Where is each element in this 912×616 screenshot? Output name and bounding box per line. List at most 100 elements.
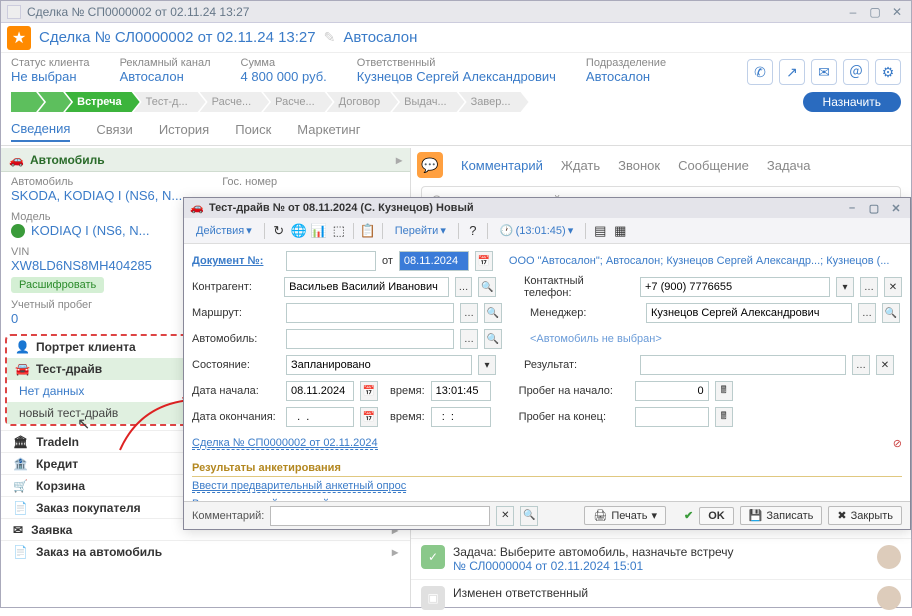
close-button[interactable]: ✖ Закрыть bbox=[828, 506, 902, 525]
route-input[interactable] bbox=[286, 303, 454, 323]
tb-help-icon[interactable]: ? bbox=[465, 223, 481, 239]
print-button[interactable]: 🖨 Печать ▾ bbox=[584, 506, 666, 525]
dend-input[interactable] bbox=[286, 407, 354, 427]
chat-icon[interactable]: 💬 bbox=[417, 152, 443, 178]
phone-out-icon[interactable]: ↗ bbox=[779, 59, 805, 85]
tb-actions[interactable]: Действия ▾ bbox=[190, 222, 258, 239]
edit-icon[interactable]: ✎ bbox=[324, 29, 336, 46]
comment-field[interactable] bbox=[270, 506, 490, 526]
contr-select[interactable]: … bbox=[455, 277, 473, 297]
rp-tab-comment[interactable]: Комментарий bbox=[461, 158, 543, 173]
gear-icon[interactable]: ⚙ bbox=[875, 59, 901, 85]
popup-minimize[interactable]: – bbox=[844, 201, 860, 215]
result-input[interactable] bbox=[640, 355, 846, 375]
stage-meeting[interactable]: Встреча bbox=[65, 92, 140, 112]
result-select[interactable]: … bbox=[852, 355, 870, 375]
tend-input[interactable] bbox=[431, 407, 491, 427]
deal-link[interactable]: Сделка № СП0000002 от 02.11.2024 bbox=[192, 437, 378, 450]
tab-history[interactable]: История bbox=[159, 122, 209, 141]
tb-reload-icon[interactable]: ↻ bbox=[271, 223, 287, 239]
dstart-picker[interactable]: 📅 bbox=[360, 381, 378, 401]
result-clear[interactable]: ✕ bbox=[876, 355, 894, 375]
mend-calc[interactable]: 🖩 bbox=[715, 407, 733, 427]
tb-chart-icon[interactable]: 📊 bbox=[311, 223, 327, 239]
doc-num-input[interactable] bbox=[286, 251, 376, 271]
sum-value[interactable]: 4 800 000 руб. bbox=[241, 69, 327, 84]
message-icon[interactable]: ✉ bbox=[811, 59, 837, 85]
tb-goto[interactable]: Перейти ▾ bbox=[389, 222, 452, 239]
phone-icon[interactable]: ✆ bbox=[747, 59, 773, 85]
manager-search[interactable]: 🔍 bbox=[882, 303, 900, 323]
rp-tab-wait[interactable]: Ждать bbox=[561, 158, 600, 173]
contr-search[interactable]: 🔍 bbox=[478, 277, 496, 297]
org-link[interactable]: ООО "Автосалон"; Автосалон; Кузнецов Сер… bbox=[509, 255, 902, 267]
responsible-value[interactable]: Кузнецов Сергей Александрович bbox=[357, 69, 556, 84]
phone-clear[interactable]: ✕ bbox=[884, 277, 902, 297]
date-picker-button[interactable]: 📅 bbox=[475, 251, 493, 271]
tb-list-icon[interactable]: ▤ bbox=[592, 223, 608, 239]
vin-value[interactable]: XW8LD6NS8MH404285 bbox=[11, 258, 152, 273]
popup-close[interactable]: ✕ bbox=[888, 201, 904, 215]
stage-1[interactable] bbox=[11, 92, 44, 112]
doc-date-input[interactable] bbox=[399, 251, 469, 271]
deal-department[interactable]: Автосалон bbox=[343, 29, 417, 46]
stage-testdrive[interactable]: Тест-д... bbox=[134, 92, 206, 112]
route-select[interactable]: … bbox=[460, 303, 478, 323]
tb-grid-icon[interactable]: ▦ bbox=[612, 223, 628, 239]
tb-browse-icon[interactable]: 🌐 bbox=[291, 223, 307, 239]
rp-tab-message[interactable]: Сообщение bbox=[678, 158, 749, 173]
tb-struct-icon[interactable]: ⬚ bbox=[331, 223, 347, 239]
stage-contract[interactable]: Договор bbox=[327, 92, 399, 112]
contr-input[interactable] bbox=[284, 277, 449, 297]
doc-num-label[interactable]: Документ №: bbox=[192, 255, 280, 267]
adchannel-value[interactable]: Автосалон bbox=[120, 69, 211, 84]
mend-input[interactable] bbox=[635, 407, 709, 427]
auto-value[interactable]: SKODA, KODIAQ I (NS6, N... bbox=[11, 188, 182, 203]
maximize-button[interactable]: ▢ bbox=[867, 5, 883, 19]
stage-delivery[interactable]: Выдач... bbox=[392, 92, 464, 112]
state-input[interactable] bbox=[286, 355, 472, 375]
model-value[interactable]: KODIAQ I (NS6, N... bbox=[31, 223, 149, 238]
assign-button[interactable]: Назначить bbox=[803, 92, 901, 112]
department-value[interactable]: Автосалон bbox=[586, 69, 666, 84]
tab-search[interactable]: Поиск bbox=[235, 122, 271, 141]
section-auto-order[interactable]: 📄Заказ на автомобиль▸ bbox=[1, 540, 410, 562]
phone-input[interactable] bbox=[640, 277, 830, 297]
stage-calc1[interactable]: Расче... bbox=[200, 92, 269, 112]
mstart-calc[interactable]: 🖩 bbox=[715, 381, 733, 401]
state-dropdown[interactable]: ▾ bbox=[478, 355, 496, 375]
phone-dropdown[interactable]: ▾ bbox=[836, 277, 854, 297]
ok-button[interactable]: OK bbox=[699, 507, 734, 525]
task-row[interactable]: ✓ Задача: Выберите автомобиль, назначьте… bbox=[411, 538, 911, 579]
deal-star-icon[interactable]: ★ bbox=[7, 26, 31, 50]
dend-picker[interactable]: 📅 bbox=[360, 407, 378, 427]
tstart-input[interactable] bbox=[431, 381, 491, 401]
tb-copy-icon[interactable]: 📋 bbox=[360, 223, 376, 239]
tb-time[interactable]: 🕐 (13:01:45) ▾ bbox=[494, 222, 579, 239]
route-search[interactable]: 🔍 bbox=[484, 303, 502, 323]
popup-maximize[interactable]: ▢ bbox=[866, 201, 882, 215]
phone-select[interactable]: … bbox=[860, 277, 878, 297]
dstart-input[interactable] bbox=[286, 381, 354, 401]
minimize-button[interactable]: – bbox=[845, 5, 861, 19]
comment-search[interactable]: 🔍 bbox=[520, 506, 538, 526]
rp-tab-task[interactable]: Задача bbox=[767, 158, 811, 173]
survey-pre-link[interactable]: Ввести предварительный анкетный опрос bbox=[192, 480, 406, 493]
mileage-value[interactable]: 0 bbox=[11, 311, 18, 326]
section-auto[interactable]: 🚗 Автомобиль ▸ bbox=[1, 148, 410, 172]
auto-input[interactable] bbox=[286, 329, 454, 349]
status-value[interactable]: Не выбран bbox=[11, 69, 90, 84]
stage-calc2[interactable]: Расче... bbox=[263, 92, 332, 112]
unlink-icon[interactable]: ⊘ bbox=[893, 437, 902, 450]
close-button[interactable]: ✕ bbox=[889, 5, 905, 19]
auto-select[interactable]: … bbox=[460, 329, 478, 349]
auto-search[interactable]: 🔍 bbox=[484, 329, 502, 349]
task-link[interactable]: № СЛ0000004 от 02.11.2024 15:01 bbox=[453, 559, 869, 573]
rp-tab-call[interactable]: Звонок bbox=[618, 158, 660, 173]
save-button[interactable]: 💾 Записать bbox=[740, 506, 823, 525]
manager-input[interactable] bbox=[646, 303, 852, 323]
mstart-input[interactable] bbox=[635, 381, 709, 401]
comment-clear[interactable]: ✕ bbox=[496, 506, 514, 526]
stage-complete[interactable]: Завер... bbox=[459, 92, 529, 112]
decode-button[interactable]: Расшифровать bbox=[11, 277, 104, 293]
